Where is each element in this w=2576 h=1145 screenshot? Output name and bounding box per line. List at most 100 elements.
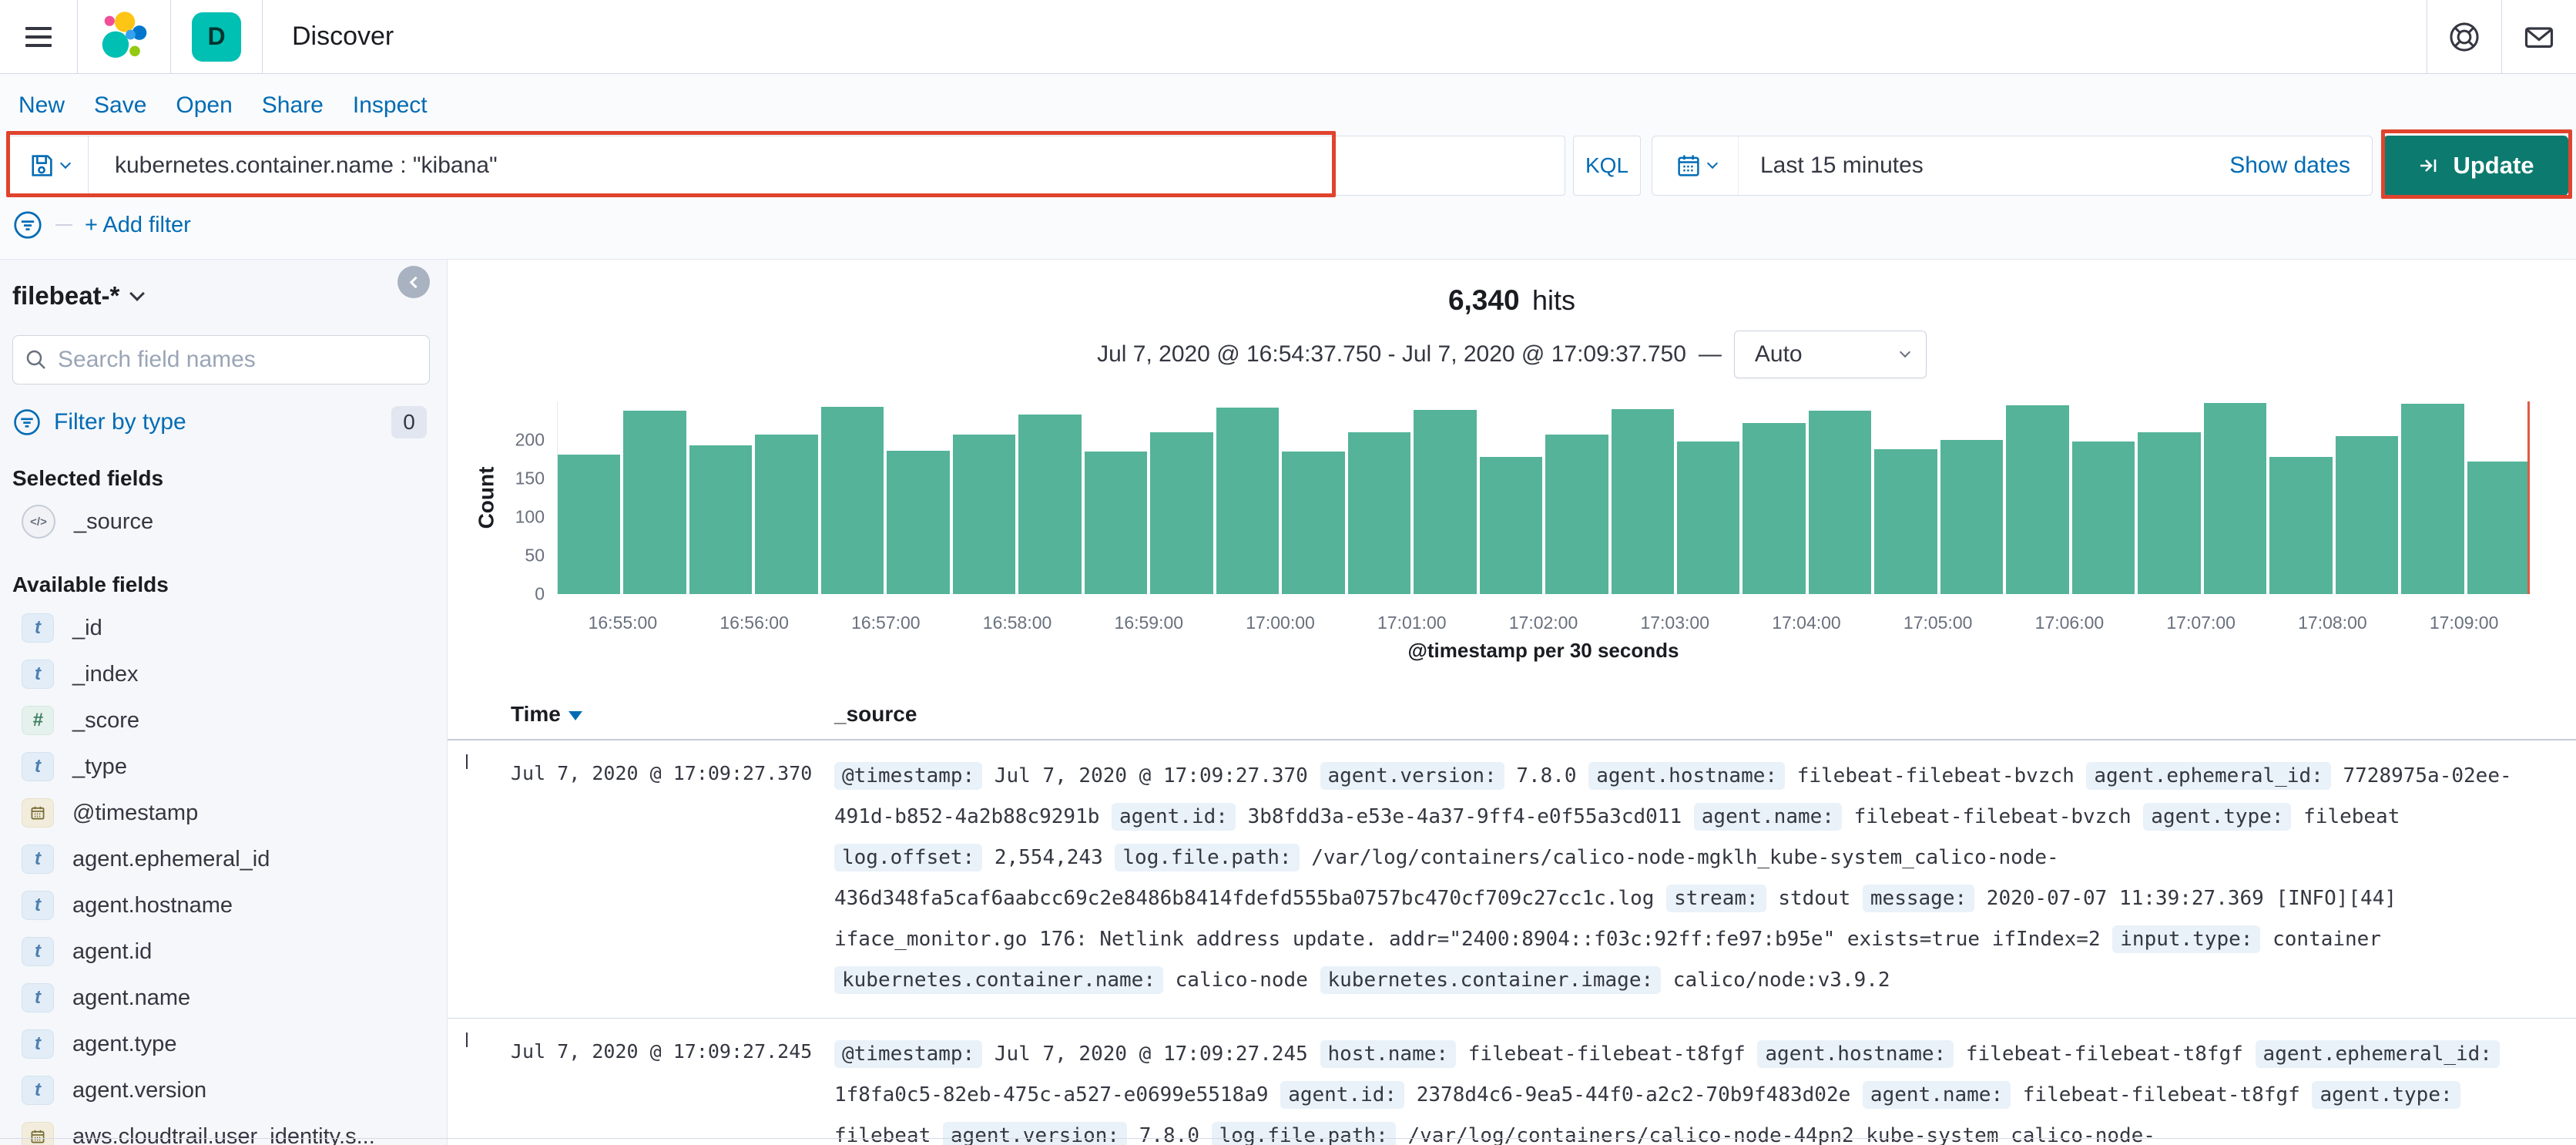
collapse-sidebar-button[interactable] xyxy=(397,266,430,298)
histogram-bar[interactable] xyxy=(1545,435,1608,594)
nav-link-inspect[interactable]: Inspect xyxy=(353,92,428,119)
field-item-agent.id[interactable]: t agent.id xyxy=(12,928,430,975)
histogram-bar[interactable] xyxy=(887,451,950,594)
field-item-_id[interactable]: t _id xyxy=(12,605,430,651)
date-picker-menu-button[interactable] xyxy=(1652,136,1739,195)
chart-range-row: Jul 7, 2020 @ 16:54:37.750 - Jul 7, 2020… xyxy=(448,331,2576,378)
available-fields-title: Available fields xyxy=(12,572,169,596)
field-item-agent.hostname[interactable]: t agent.hostname xyxy=(12,882,430,928)
filter-icon xyxy=(14,409,40,435)
expand-row-icon[interactable] xyxy=(466,1033,468,1047)
index-pattern-select[interactable]: filebeat-* xyxy=(12,281,430,311)
x-tick-label: 17:03:00 xyxy=(1640,613,1709,633)
time-range-value[interactable]: Last 15 minutes xyxy=(1739,153,2229,179)
field-name: agent.hostname xyxy=(72,892,233,918)
source-field-value: filebeat-filebeat-bvzch xyxy=(1853,805,2132,828)
source-field-key: agent.ephemeral_id: xyxy=(2255,1040,2500,1068)
menu-button[interactable] xyxy=(0,0,77,73)
field-item-_score[interactable]: # _score xyxy=(12,697,430,744)
update-button[interactable]: Update xyxy=(2383,136,2568,196)
nav-link-save[interactable]: Save xyxy=(94,92,146,119)
x-axis-ticks: 16:55:00 16:56:00 16:57:00 16:58:00 16:59:00… xyxy=(557,594,2530,639)
save-icon xyxy=(31,155,52,176)
field-item-aws.cloudtrail.user_identity.s...[interactable]: aws.cloudtrail.user_identity.s... xyxy=(12,1113,430,1145)
saved-query-menu-button[interactable] xyxy=(8,136,89,195)
expand-cell[interactable] xyxy=(466,1033,511,1048)
histogram-bar[interactable] xyxy=(820,407,884,594)
source-field-value: 1f8fa0c5-82eb-475c-a527-e0699e5518a9 xyxy=(834,1083,1269,1106)
source-field-key: stream: xyxy=(1666,885,1766,912)
field-item-agent.name[interactable]: t agent.name xyxy=(12,975,430,1021)
table-row[interactable]: Jul 7, 2020 @ 17:09:27.370 @timestamp: Ju… xyxy=(448,740,2576,1019)
histogram-bar[interactable] xyxy=(2006,405,2069,594)
histogram-bar[interactable] xyxy=(1282,452,1345,594)
sort-descending-icon[interactable] xyxy=(568,711,582,720)
histogram-bar[interactable] xyxy=(1742,423,1806,594)
histogram-bar[interactable] xyxy=(1150,432,1213,594)
app-badge-cell: D xyxy=(171,0,262,73)
current-time-marker xyxy=(2527,401,2530,594)
field-item-agent.version[interactable]: t agent.version xyxy=(12,1067,430,1113)
source-field-key: message: xyxy=(1862,885,1975,912)
string-field-icon: t xyxy=(22,613,54,643)
expand-row-icon[interactable] xyxy=(466,754,468,769)
newsfeed-button[interactable] xyxy=(2502,0,2576,73)
histogram-bar[interactable] xyxy=(558,455,621,594)
field-item-_type[interactable]: t _type xyxy=(12,744,430,790)
histogram-bar[interactable] xyxy=(689,445,753,594)
filter-by-type-button[interactable]: Filter by type 0 xyxy=(12,406,430,438)
time-column-header[interactable]: Time xyxy=(511,702,561,727)
nav-link-new[interactable]: New xyxy=(18,92,65,119)
nav-link-open[interactable]: Open xyxy=(176,92,232,119)
chart-plot-area[interactable] xyxy=(557,401,2531,594)
histogram-bar[interactable] xyxy=(1808,411,1872,594)
histogram-bar[interactable] xyxy=(2401,404,2464,594)
field-search-input[interactable] xyxy=(58,347,418,373)
field-item-_source[interactable]: </> _source xyxy=(12,499,430,545)
search-icon xyxy=(26,350,45,369)
elastic-logo[interactable] xyxy=(78,0,170,73)
main-panel: 6,340 hits Jul 7, 2020 @ 16:54:37.750 - … xyxy=(447,260,2576,1145)
histogram-bar[interactable] xyxy=(2071,442,2135,594)
histogram-bar[interactable] xyxy=(623,411,686,594)
add-filter-button[interactable]: + Add filter xyxy=(85,213,191,238)
table-row[interactable]: Jul 7, 2020 @ 17:09:27.245 @timestamp: Ju… xyxy=(448,1019,2576,1145)
field-item-_index[interactable]: t _index xyxy=(12,651,430,697)
histogram-bar[interactable] xyxy=(1018,415,1082,594)
interval-select[interactable]: Auto xyxy=(1733,331,1927,378)
query-input[interactable] xyxy=(89,136,1565,195)
source-field-value: 2,554,243 xyxy=(994,846,1103,869)
histogram-bar[interactable] xyxy=(2467,462,2531,594)
bottom-divider xyxy=(0,1138,2576,1139)
histogram-bar[interactable] xyxy=(1611,409,1674,594)
histogram-bar[interactable] xyxy=(1414,410,1477,594)
y-tick-label: 200 xyxy=(515,429,545,450)
histogram-bar[interactable] xyxy=(952,435,1016,594)
histogram-bar[interactable] xyxy=(1676,442,1740,594)
help-button[interactable] xyxy=(2427,0,2501,73)
histogram-bar[interactable] xyxy=(1216,408,1280,594)
y-tick-label: 0 xyxy=(535,583,545,604)
histogram-bar[interactable] xyxy=(2138,432,2201,594)
histogram-bar[interactable] xyxy=(1084,452,1148,594)
query-language-button[interactable]: KQL xyxy=(1573,136,1641,196)
filter-icon[interactable] xyxy=(12,210,43,240)
expand-cell[interactable] xyxy=(466,754,511,770)
histogram-bar[interactable] xyxy=(2335,436,2399,594)
histogram-bar[interactable] xyxy=(1874,449,1937,594)
field-item-agent.ephemeral_id[interactable]: t agent.ephemeral_id xyxy=(12,836,430,882)
histogram-bar[interactable] xyxy=(2203,403,2267,594)
field-item-@timestamp[interactable]: @timestamp xyxy=(12,790,430,836)
histogram-bar[interactable] xyxy=(755,435,818,594)
page-title: Discover xyxy=(292,22,394,51)
histogram-bar[interactable] xyxy=(2269,457,2333,594)
x-tick-label: 17:06:00 xyxy=(2034,613,2105,633)
histogram-bar[interactable] xyxy=(1940,440,2004,594)
show-dates-button[interactable]: Show dates xyxy=(2229,153,2372,179)
histogram-bar[interactable] xyxy=(1347,432,1411,594)
chevron-down-icon xyxy=(129,286,146,301)
hits-label: hits xyxy=(1532,284,1576,316)
histogram-bar[interactable] xyxy=(1479,457,1543,594)
nav-link-share[interactable]: Share xyxy=(262,92,324,119)
field-item-agent.type[interactable]: t agent.type xyxy=(12,1021,430,1067)
